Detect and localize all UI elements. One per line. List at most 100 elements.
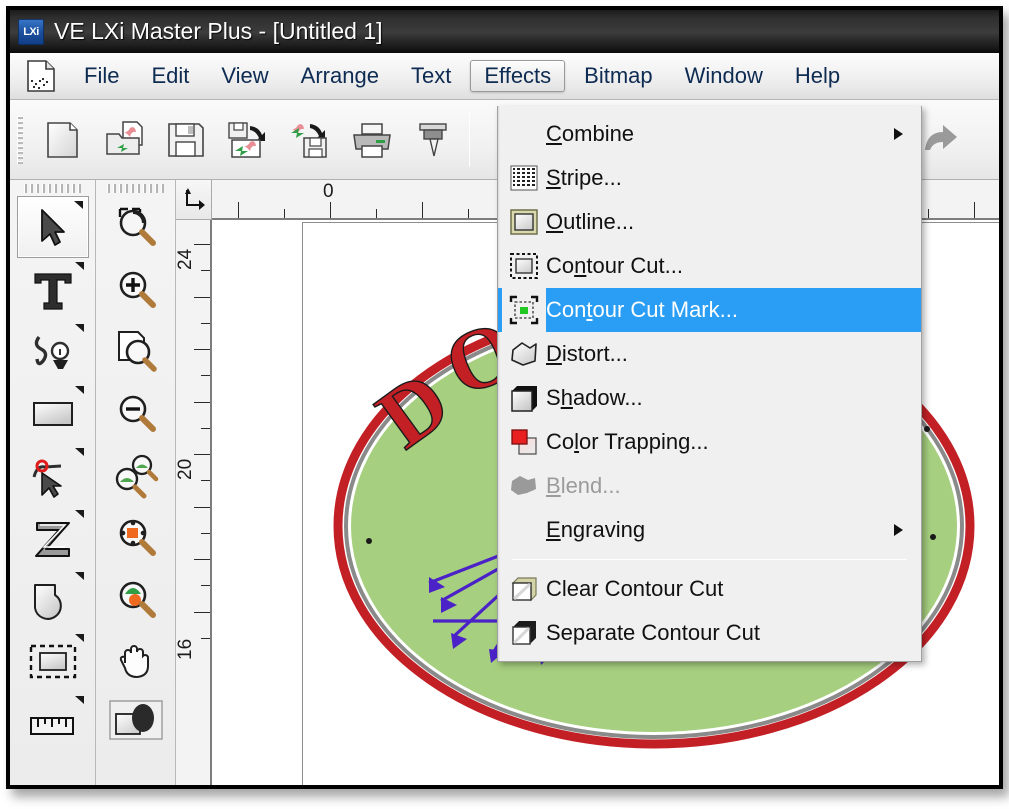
window-title: VE LXi Master Plus - [Untitled 1] xyxy=(54,18,383,44)
save-document-icon[interactable] xyxy=(155,109,217,171)
ruler-tick xyxy=(194,506,210,508)
ruler-tick xyxy=(376,209,377,218)
zoom-out-tool[interactable] xyxy=(103,382,169,444)
menu-item-clear-contour-cut[interactable]: Clear Contour Cut xyxy=(498,567,921,611)
ruler-tick xyxy=(284,209,285,218)
tool-flyout-indicator[interactable] xyxy=(74,448,84,456)
ruler-tick xyxy=(974,202,975,218)
contour-cut-icon xyxy=(502,244,546,288)
import-file-icon[interactable] xyxy=(217,109,279,171)
no-icon xyxy=(502,508,546,552)
print-icon[interactable] xyxy=(341,109,403,171)
ruler-tick xyxy=(201,532,210,534)
tool-flyout-indicator[interactable] xyxy=(74,262,84,270)
pen-draw-tool[interactable] xyxy=(17,320,89,382)
ruler-tick xyxy=(201,637,210,639)
menu-file[interactable]: File xyxy=(71,61,132,91)
tool-flyout-indicator[interactable] xyxy=(74,386,84,394)
text-tool[interactable] xyxy=(17,258,89,320)
measure-tool[interactable] xyxy=(17,692,89,754)
ruler-tick xyxy=(928,209,929,218)
menu-separator xyxy=(512,559,907,560)
menu-item-contour-cut[interactable]: Contour Cut... xyxy=(498,244,921,288)
vertical-ruler[interactable]: 24 20 16 xyxy=(176,220,212,785)
tool-flyout-indicator[interactable] xyxy=(74,572,84,580)
menu-item-label: Contour Cut Mark... xyxy=(546,297,738,322)
menu-bar: File Edit View Arrange Text Effects Bitm… xyxy=(10,53,999,100)
pan-hand-tool[interactable] xyxy=(103,630,169,692)
menu-arrange[interactable]: Arrange xyxy=(288,61,392,91)
ruler-tick xyxy=(194,454,210,455)
ruler-label: 24 xyxy=(176,248,196,270)
stripe-icon xyxy=(502,156,546,200)
menu-help[interactable]: Help xyxy=(782,61,853,91)
menu-edit[interactable]: Edit xyxy=(138,61,202,91)
menu-item-color-trapping[interactable]: Color Trapping... xyxy=(498,420,921,464)
menu-item-shadow[interactable]: Shadow... xyxy=(498,376,921,420)
node-edit-tool[interactable] xyxy=(17,444,89,506)
shadow-text-tool[interactable] xyxy=(17,506,89,568)
zoom-page-tool[interactable] xyxy=(103,320,169,382)
blend-icon xyxy=(502,464,546,508)
fill-color-tool[interactable] xyxy=(103,692,169,748)
zoom-selection-tool[interactable] xyxy=(103,196,169,258)
outline-icon xyxy=(502,200,546,244)
menu-item-label: Combine xyxy=(546,121,635,146)
tool-flyout-indicator[interactable] xyxy=(73,201,83,209)
new-document-icon[interactable] xyxy=(31,109,93,171)
ruler-tick xyxy=(201,375,210,377)
menu-item-outline[interactable]: Outline... xyxy=(498,200,921,244)
menu-item-contour-cut-mark[interactable]: Contour Cut Mark... xyxy=(498,288,921,332)
menu-view[interactable]: View xyxy=(208,61,281,91)
menu-item-stripe[interactable]: Stripe... xyxy=(498,156,921,200)
menu-item-label: Engraving xyxy=(546,517,646,542)
ruler-label: 20 xyxy=(176,458,196,480)
tool-flyout-indicator[interactable] xyxy=(74,324,84,332)
menu-item-blend[interactable]: Blend... xyxy=(498,464,921,508)
menu-item-label: Shadow... xyxy=(546,385,643,410)
toolbar-separator xyxy=(469,112,470,167)
export-file-icon[interactable] xyxy=(279,109,341,171)
ruler-tick xyxy=(330,202,331,218)
toolbar-grip[interactable] xyxy=(17,115,23,164)
menu-bitmap[interactable]: Bitmap xyxy=(571,61,665,91)
tool-flyout-indicator[interactable] xyxy=(74,510,84,518)
menu-text[interactable]: Text xyxy=(398,61,464,91)
cut-plot-icon[interactable] xyxy=(403,109,465,171)
marquee-select-tool[interactable] xyxy=(17,630,89,692)
zoom-all-objects-tool[interactable] xyxy=(103,444,169,506)
ruler-label: 0 xyxy=(323,181,334,202)
clear-contour-cut-icon xyxy=(502,567,546,611)
menu-item-distort[interactable]: Distort... xyxy=(498,332,921,376)
ruler-tick xyxy=(201,480,210,482)
title-bar: LXi VE LXi Master Plus - [Untitled 1] xyxy=(10,10,999,53)
zoom-object-tool[interactable] xyxy=(103,506,169,568)
tool-flyout-indicator[interactable] xyxy=(74,696,84,704)
menu-item-engraving[interactable]: Engraving xyxy=(498,508,921,552)
rectangle-tool[interactable] xyxy=(17,382,89,444)
menu-window[interactable]: Window xyxy=(672,61,776,91)
tool-flyout-indicator[interactable] xyxy=(74,634,84,642)
ruler-origin-button[interactable] xyxy=(176,180,212,220)
contour-cut-mark-icon xyxy=(502,288,546,332)
separate-contour-cut-icon xyxy=(502,611,546,655)
palette-grip[interactable] xyxy=(23,184,82,193)
palette-grip[interactable] xyxy=(106,184,165,193)
ruler-tick xyxy=(238,202,239,218)
zoom-previous-tool[interactable] xyxy=(103,568,169,630)
menu-item-label: Clear Contour Cut xyxy=(546,576,724,601)
zoom-in-tool[interactable] xyxy=(103,258,169,320)
open-document-icon[interactable] xyxy=(93,109,155,171)
select-arrow-tool[interactable] xyxy=(16,196,89,258)
ruler-tick xyxy=(194,611,210,613)
menu-effects[interactable]: Effects xyxy=(470,59,566,93)
menu-item-combine[interactable]: Combine xyxy=(498,112,921,156)
ruler-tick xyxy=(194,349,210,350)
ruler-tick xyxy=(201,427,210,429)
ruler-tick xyxy=(194,401,210,403)
document-icon xyxy=(26,60,56,92)
chevron-right-icon xyxy=(894,128,903,140)
menu-item-separate-contour-cut[interactable]: Separate Contour Cut xyxy=(498,611,921,655)
shape-weld-tool[interactable] xyxy=(17,568,89,630)
tool-palette-primary xyxy=(10,180,96,785)
